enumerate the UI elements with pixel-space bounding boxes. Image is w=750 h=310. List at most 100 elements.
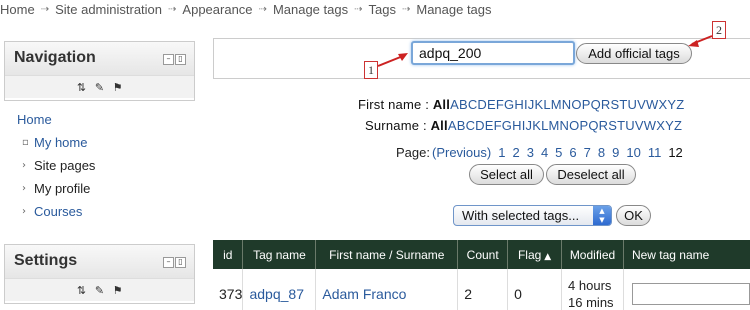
breadcrumb-manage-tags[interactable]: Manage tags xyxy=(273,2,348,17)
flag-header-label[interactable]: Flag xyxy=(518,248,541,262)
chevron-right-icon[interactable]: › xyxy=(22,183,34,194)
select-all-button[interactable]: Select all xyxy=(469,164,544,185)
move-icon[interactable]: ⇅ xyxy=(76,284,87,297)
nav-item-site-pages[interactable]: › Site pages xyxy=(22,158,95,173)
surname-letter[interactable]: V xyxy=(635,118,644,133)
surname-letter[interactable]: S xyxy=(608,118,617,133)
dock-icon[interactable]: ▯ xyxy=(175,257,186,268)
owner-link[interactable]: Adam Franco xyxy=(322,286,406,302)
surname-letter[interactable]: H xyxy=(512,118,522,133)
surname-letter[interactable]: M xyxy=(549,118,560,133)
pager-page-link[interactable]: 9 xyxy=(612,145,619,160)
chevron-right-icon[interactable]: › xyxy=(22,206,34,217)
add-official-tags-button[interactable]: Add official tags xyxy=(576,43,692,64)
first-name-letter[interactable]: A xyxy=(450,97,459,112)
nav-item-label[interactable]: Courses xyxy=(34,204,82,219)
pager-previous[interactable]: (Previous) xyxy=(432,145,491,160)
first-name-letter[interactable]: H xyxy=(514,97,524,112)
surname-letter[interactable]: K xyxy=(532,118,541,133)
pager-page-link[interactable]: 10 xyxy=(626,145,640,160)
first-name-letter[interactable]: B xyxy=(459,97,468,112)
first-name-letter[interactable]: L xyxy=(543,97,550,112)
column-header-id[interactable]: id xyxy=(213,240,244,269)
first-name-letter[interactable]: K xyxy=(534,97,543,112)
nav-item-courses[interactable]: › Courses xyxy=(22,204,82,219)
surname-letter[interactable]: C xyxy=(466,118,476,133)
first-name-letter[interactable]: W xyxy=(646,97,658,112)
ok-button[interactable]: OK xyxy=(616,205,651,226)
nav-home-link[interactable]: Home xyxy=(17,112,52,127)
new-tag-name-input[interactable] xyxy=(631,282,750,305)
surname-letter[interactable]: Y xyxy=(665,118,674,133)
first-name-letter[interactable]: E xyxy=(487,97,496,112)
first-name-letter[interactable]: X xyxy=(658,97,667,112)
surname-letter[interactable]: O xyxy=(569,118,579,133)
nav-item-label[interactable]: My profile xyxy=(34,181,90,196)
breadcrumb-home[interactable]: Home xyxy=(0,2,35,17)
bulk-action-select[interactable]: With selected tags... ▲ ▼ xyxy=(453,205,612,226)
surname-letter[interactable]: U xyxy=(625,118,635,133)
surname-letter[interactable]: Z xyxy=(674,118,682,133)
pager-page-link[interactable]: 1 xyxy=(498,145,505,160)
pager-page-link[interactable]: 11 xyxy=(648,145,662,160)
column-header-owner[interactable]: First name / Surname xyxy=(315,240,459,269)
pager-page-link[interactable]: 3 xyxy=(527,145,534,160)
chevron-right-icon[interactable]: › xyxy=(22,160,34,171)
column-header-modified[interactable]: Modified xyxy=(561,240,624,269)
surname-letter[interactable]: B xyxy=(457,118,466,133)
surname-letter[interactable]: D xyxy=(475,118,485,133)
column-header-count[interactable]: Count xyxy=(457,240,509,269)
surname-letter[interactable]: X xyxy=(656,118,665,133)
column-header-tag-name[interactable]: Tag name xyxy=(242,240,317,269)
pager-page-link[interactable]: 8 xyxy=(598,145,605,160)
surname-letter[interactable]: G xyxy=(502,118,512,133)
nav-item-my-home[interactable]: ▫ My home xyxy=(22,135,87,150)
surname-letter[interactable]: A xyxy=(448,118,457,133)
pager-page-link[interactable]: 2 xyxy=(512,145,519,160)
breadcrumb-appearance[interactable]: Appearance xyxy=(182,2,252,17)
collapse-icon[interactable]: – xyxy=(163,54,174,65)
deselect-all-button[interactable]: Deselect all xyxy=(546,164,636,185)
surname-letter[interactable]: N xyxy=(560,118,570,133)
surname-letter[interactable]: W xyxy=(644,118,656,133)
pager-page-link[interactable]: 7 xyxy=(584,145,591,160)
first-name-letter[interactable]: Y xyxy=(667,97,676,112)
surname-letter[interactable]: L xyxy=(541,118,548,133)
pager-page-link[interactable]: 5 xyxy=(555,145,562,160)
surname-letter[interactable]: P xyxy=(579,118,588,133)
surname-letter[interactable]: F xyxy=(494,118,502,133)
first-name-letter[interactable]: F xyxy=(496,97,504,112)
surname-letter[interactable]: Q xyxy=(588,118,598,133)
breadcrumb-tags[interactable]: Tags xyxy=(369,2,396,17)
first-name-letter[interactable]: C xyxy=(468,97,478,112)
pager-page-link[interactable]: 4 xyxy=(541,145,548,160)
column-header-flag[interactable]: Flag ▲ xyxy=(507,240,563,269)
official-tags-input[interactable] xyxy=(411,41,575,65)
tag-name-link[interactable]: adpq_87 xyxy=(249,286,304,302)
roles-icon[interactable]: ⚑ xyxy=(112,81,123,94)
edit-icon[interactable]: ✎ xyxy=(94,284,105,297)
updown-arrows-icon[interactable]: ▲ ▼ xyxy=(593,206,611,225)
first-name-letter[interactable]: Z xyxy=(676,97,684,112)
nav-item-my-profile[interactable]: › My profile xyxy=(22,181,90,196)
first-name-letter[interactable]: V xyxy=(637,97,646,112)
pager-page-link[interactable]: 6 xyxy=(569,145,576,160)
first-name-letter[interactable]: D xyxy=(477,97,487,112)
collapse-icon[interactable]: – xyxy=(163,257,174,268)
first-name-letter[interactable]: U xyxy=(628,97,638,112)
breadcrumb-site-administration[interactable]: Site administration xyxy=(55,2,162,17)
surname-letter[interactable]: R xyxy=(599,118,609,133)
nav-item-label[interactable]: My home xyxy=(34,135,87,150)
surname-letter[interactable]: E xyxy=(485,118,494,133)
nav-item-label[interactable]: Site pages xyxy=(34,158,95,173)
first-name-letter[interactable]: M xyxy=(551,97,562,112)
first-name-letter[interactable]: N xyxy=(562,97,572,112)
first-name-letter[interactable]: G xyxy=(504,97,514,112)
first-name-letter[interactable]: T xyxy=(619,97,627,112)
first-name-letter[interactable]: O xyxy=(571,97,581,112)
first-name-letter[interactable]: Q xyxy=(591,97,601,112)
edit-icon[interactable]: ✎ xyxy=(94,81,105,94)
dock-icon[interactable]: ▯ xyxy=(175,54,186,65)
move-icon[interactable]: ⇅ xyxy=(76,81,87,94)
roles-icon[interactable]: ⚑ xyxy=(112,284,123,297)
